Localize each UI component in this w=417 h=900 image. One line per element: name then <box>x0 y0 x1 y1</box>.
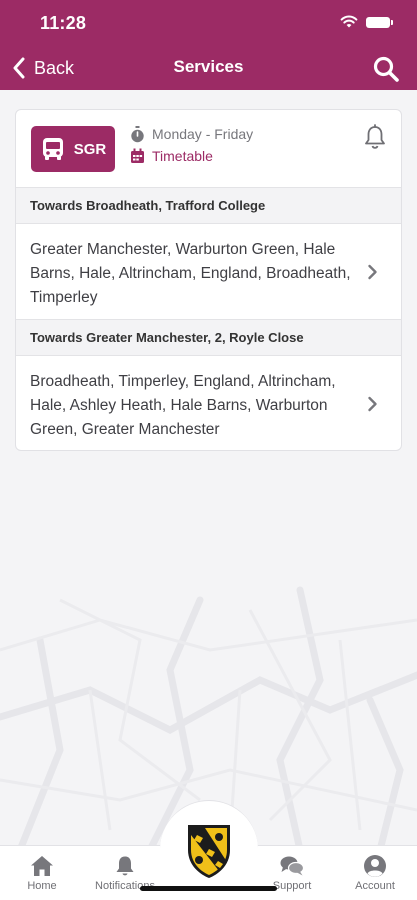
home-indicator <box>140 886 277 891</box>
school-crest-icon[interactable] <box>183 822 235 880</box>
search-icon[interactable] <box>372 55 400 83</box>
days-label: Monday - Friday <box>152 126 254 142</box>
direction-stops: Greater Manchester, Warburton Green, Hal… <box>30 241 351 306</box>
route-badge[interactable]: SGR <box>31 126 115 172</box>
tab-account[interactable]: Account <box>333 851 417 899</box>
tab-support[interactable]: Support <box>250 851 334 899</box>
wifi-icon <box>340 15 358 28</box>
home-icon <box>31 856 53 876</box>
timetable-label: Timetable <box>152 148 213 164</box>
bell-icon[interactable] <box>363 124 387 150</box>
chevron-right-icon <box>368 396 377 412</box>
tab-account-label: Account <box>355 880 395 892</box>
battery-icon <box>366 17 393 28</box>
direction-stops: Broadheath, Timperley, England, Altrinch… <box>30 373 336 438</box>
back-label: Back <box>34 57 75 78</box>
calendar-icon <box>131 148 144 163</box>
direction-heading: Towards Broadheath, Trafford College <box>16 188 401 224</box>
chevron-right-icon <box>368 264 377 280</box>
stopwatch-icon <box>131 125 144 142</box>
tab-notifications[interactable]: Notifications <box>83 851 167 899</box>
timetable-link[interactable]: Timetable <box>130 146 213 166</box>
tab-home-label: Home <box>27 880 57 892</box>
status-bar: 11:28 <box>0 0 417 44</box>
direction-row[interactable]: Greater Manchester, Warburton Green, Hal… <box>16 224 401 320</box>
service-card: SGR Monday - Friday Timetable Towards Br… <box>15 109 402 451</box>
account-icon <box>364 855 386 877</box>
service-summary: SGR Monday - Friday Timetable <box>16 110 401 188</box>
bus-icon <box>42 138 63 160</box>
direction-heading: Towards Greater Manchester, 2, Royle Clo… <box>16 320 401 356</box>
app-header: 11:28 Back Services <box>0 0 417 90</box>
chevron-left-icon <box>13 57 25 79</box>
status-time: 11:28 <box>40 13 87 33</box>
operating-days: Monday - Friday <box>130 124 253 144</box>
tab-home[interactable]: Home <box>0 851 84 899</box>
back-button[interactable]: Back <box>12 55 74 81</box>
direction-row[interactable]: Broadheath, Timperley, England, Altrinch… <box>16 356 401 450</box>
route-code: SGR <box>73 140 107 158</box>
notifications-bell-icon <box>116 856 134 876</box>
chat-icon <box>280 856 305 876</box>
